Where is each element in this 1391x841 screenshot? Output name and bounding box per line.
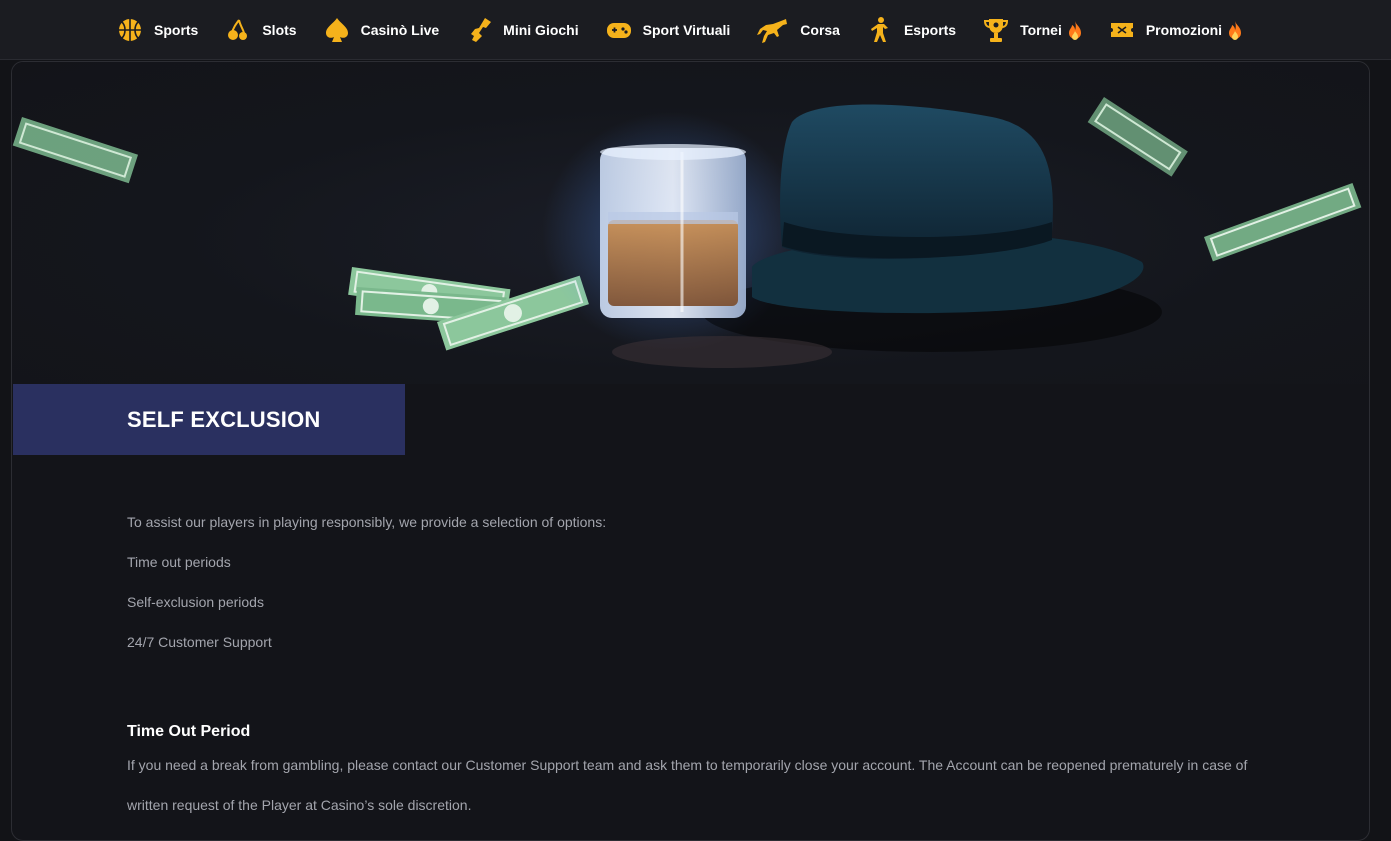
whisky-glass-icon xyxy=(600,144,746,318)
nav-label: Tornei xyxy=(1020,21,1062,38)
money-bill-icon xyxy=(12,117,139,184)
nav-label: Promozioni xyxy=(1145,21,1223,38)
nav-item-casino-live[interactable]: Casinò Live xyxy=(323,10,440,50)
section-body: If you need a break from gambling, pleas… xyxy=(127,757,1248,813)
page-title: SELF EXCLUSION xyxy=(127,406,321,432)
trophy-icon xyxy=(982,16,1010,44)
nav-label: Casinò Live xyxy=(360,21,440,38)
nav-item-esports[interactable]: Esports xyxy=(866,10,956,50)
hero-banner xyxy=(12,62,1369,384)
nav-item-mini-giochi[interactable]: Mini Giochi xyxy=(465,10,579,50)
hero-illustration xyxy=(12,97,1362,368)
top-navigation: Sports Slots Casinò Live Mini Giochi Spo… xyxy=(0,0,1391,60)
fedora-hat-icon xyxy=(752,104,1144,314)
nav-item-sport-virtuali[interactable]: Sport Virtuali xyxy=(605,10,731,50)
fire-icon xyxy=(1228,20,1242,40)
nav-item-tornei[interactable]: Tornei xyxy=(982,10,1082,50)
nav-label: Slots xyxy=(262,21,297,38)
cherries-icon xyxy=(224,16,252,44)
gamepad-icon xyxy=(605,16,633,44)
horse-jump-icon xyxy=(756,16,790,44)
ticket-icon xyxy=(1108,16,1136,44)
nav-label: Esports xyxy=(903,21,957,38)
nav-label: Mini Giochi xyxy=(503,21,579,38)
basketball-icon xyxy=(116,16,144,44)
fire-icon xyxy=(1068,20,1082,40)
nav-item-slots[interactable]: Slots xyxy=(224,10,297,50)
nav-item-promozioni[interactable]: Promozioni xyxy=(1108,10,1242,50)
nav-item-corsa[interactable]: Corsa xyxy=(756,10,840,50)
spade-icon xyxy=(323,16,351,44)
list-item: Self-exclusion periods xyxy=(127,594,264,610)
page-title-banner: SELF EXCLUSION xyxy=(13,384,405,455)
nav-label: Corsa xyxy=(800,21,840,38)
content-panel: SELF EXCLUSION To assist our players in … xyxy=(11,61,1370,841)
intro-text: To assist our players in playing respons… xyxy=(127,514,607,530)
nav-label: Sport Virtuali xyxy=(642,21,731,38)
nav-label: Sports xyxy=(154,21,199,38)
list-item: Time out periods xyxy=(127,554,231,570)
section-heading: Time Out Period xyxy=(127,723,251,740)
soldier-icon xyxy=(866,16,894,44)
nav-item-sports[interactable]: Sports xyxy=(116,10,198,50)
list-item: 24/7 Customer Support xyxy=(127,634,272,650)
rocket-man-icon xyxy=(465,16,493,44)
page-content: To assist our players in playing respons… xyxy=(127,502,1267,813)
money-bill-icon xyxy=(1204,182,1362,262)
money-bill-icon xyxy=(1087,97,1188,177)
